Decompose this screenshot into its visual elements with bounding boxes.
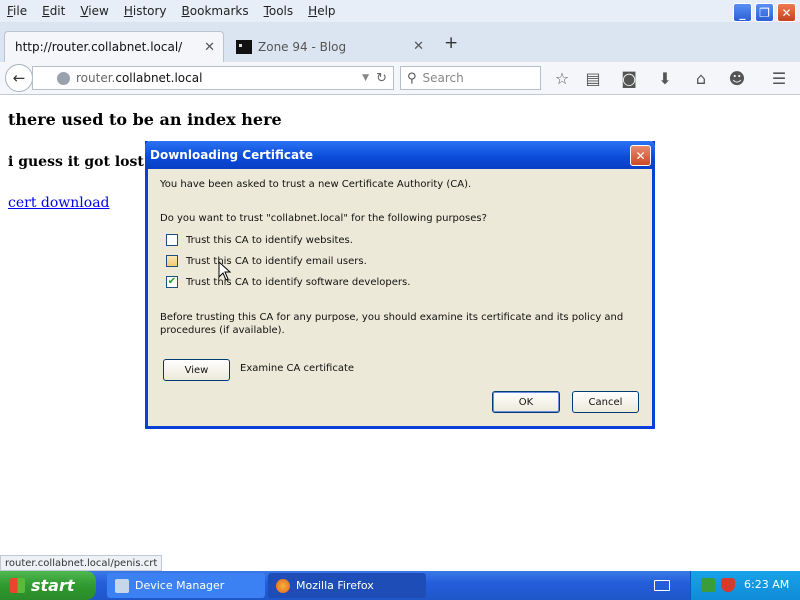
restore-icon: ❐ bbox=[759, 5, 770, 20]
search-placeholder: Search bbox=[422, 71, 464, 85]
trust-software-checkbox[interactable]: ✔ bbox=[166, 276, 178, 288]
trust-websites-option[interactable]: Trust this CA to identify websites. bbox=[166, 234, 353, 246]
bookmark-star-icon[interactable]: ☆ bbox=[551, 68, 573, 88]
windows-flag-icon bbox=[10, 578, 25, 593]
dropdown-icon[interactable]: ▼ bbox=[362, 73, 369, 83]
menu-help[interactable]: Help bbox=[308, 4, 335, 18]
certificate-dialog: Downloading Certificate ✕ You have been … bbox=[145, 141, 655, 429]
view-button[interactable]: View bbox=[163, 359, 230, 381]
menu-file[interactable]: File bbox=[7, 4, 27, 18]
menu-history[interactable]: History bbox=[124, 4, 167, 18]
minimize-button[interactable]: _ bbox=[733, 3, 752, 22]
search-input[interactable]: ⚲ Search bbox=[400, 66, 541, 90]
maximize-button[interactable]: ❐ bbox=[755, 3, 774, 22]
trust-websites-checkbox[interactable] bbox=[166, 234, 178, 246]
network-icon[interactable] bbox=[701, 578, 715, 592]
tab-label: Zone 94 - Blog bbox=[258, 39, 347, 54]
window-close-button[interactable]: ✕ bbox=[777, 3, 796, 22]
taskbar: start Device Manager Mozilla Firefox 6:2… bbox=[0, 571, 800, 600]
minimize-icon: _ bbox=[739, 5, 746, 20]
task-device-manager[interactable]: Device Manager bbox=[107, 573, 265, 598]
checkmark-icon: ✔ bbox=[167, 276, 177, 287]
cancel-button[interactable]: Cancel bbox=[572, 391, 639, 413]
trust-email-option[interactable]: Trust this CA to identify email users. bbox=[166, 255, 367, 267]
task-mozilla-firefox[interactable]: Mozilla Firefox bbox=[268, 573, 426, 598]
dialog-title: Downloading Certificate bbox=[150, 148, 313, 162]
start-button[interactable]: start bbox=[0, 571, 96, 600]
menu-edit[interactable]: Edit bbox=[42, 4, 65, 18]
menu-bookmarks[interactable]: Bookmarks bbox=[182, 4, 249, 18]
url-domain: collabnet.local bbox=[115, 71, 203, 85]
ok-button-label: OK bbox=[518, 396, 534, 408]
new-tab-plus-icon[interactable]: + bbox=[444, 33, 458, 53]
menu-view[interactable]: View bbox=[80, 4, 108, 18]
trust-websites-label: Trust this CA to identify websites. bbox=[186, 234, 353, 246]
back-icon: ← bbox=[12, 69, 26, 87]
url-prefix: router. bbox=[76, 71, 116, 85]
menu-icon[interactable]: ☰ bbox=[768, 68, 790, 88]
keyboard-icon[interactable] bbox=[654, 580, 670, 591]
pocket-icon[interactable]: ◙ bbox=[618, 68, 640, 88]
tab-close-icon[interactable]: ✕ bbox=[413, 39, 424, 54]
search-icon: ⚲ bbox=[407, 70, 417, 86]
cancel-button-label: Cancel bbox=[588, 396, 623, 408]
system-tray: 6:23 AM bbox=[690, 571, 800, 600]
mouse-cursor-icon bbox=[218, 261, 232, 281]
url-bar[interactable]: router. collabnet.local ▼ ↻ bbox=[32, 66, 394, 90]
close-icon: ✕ bbox=[635, 148, 646, 163]
reading-list-icon[interactable]: ▤ bbox=[582, 68, 604, 88]
ok-button[interactable]: OK bbox=[492, 391, 560, 413]
cert-download-link[interactable]: cert download bbox=[8, 195, 110, 211]
status-link-text: router.collabnet.local/penis.crt bbox=[5, 557, 158, 569]
close-icon: ✕ bbox=[781, 5, 792, 20]
dialog-question: Do you want to trust "collabnet.local" f… bbox=[160, 213, 487, 224]
trust-software-option[interactable]: ✔ Trust this CA to identify software dev… bbox=[166, 276, 410, 288]
view-caption: Examine CA certificate bbox=[240, 363, 355, 374]
start-label: start bbox=[31, 576, 75, 595]
trust-email-checkbox[interactable] bbox=[166, 255, 178, 267]
device-manager-icon bbox=[115, 578, 129, 593]
reload-icon[interactable]: ↻ bbox=[376, 71, 387, 86]
dialog-intro: You have been asked to trust a new Certi… bbox=[160, 179, 472, 190]
status-link-preview: router.collabnet.local/penis.crt bbox=[0, 555, 163, 571]
dialog-title-bar[interactable]: Downloading Certificate ✕ bbox=[145, 141, 655, 169]
menu-bar: File Edit View History Bookmarks Tools H… bbox=[0, 0, 800, 22]
task-label: Device Manager bbox=[135, 579, 225, 592]
hello-icon[interactable]: ☻ bbox=[726, 68, 748, 88]
globe-icon bbox=[57, 71, 70, 85]
tab-label: http://router.collabnet.local/ bbox=[15, 40, 183, 54]
terminal-favicon-icon bbox=[236, 39, 252, 54]
clock[interactable]: 6:23 AM bbox=[744, 578, 789, 591]
navigation-toolbar: ← router. collabnet.local ▼ ↻ ⚲ Search ☆ … bbox=[0, 62, 800, 95]
tab-router[interactable]: http://router.collabnet.local/ ✕ bbox=[4, 31, 224, 62]
dialog-close-button[interactable]: ✕ bbox=[630, 145, 651, 166]
tab-zone94-blog[interactable]: Zone 94 - Blog ✕ bbox=[226, 31, 432, 62]
menu-tools[interactable]: Tools bbox=[264, 4, 294, 18]
download-icon[interactable]: ⬇ bbox=[654, 68, 676, 88]
trust-email-label: Trust this CA to identify email users. bbox=[186, 255, 367, 267]
page-heading: there used to be an index here bbox=[8, 110, 282, 129]
back-button[interactable]: ← bbox=[5, 64, 33, 92]
dialog-advice: Before trusting this CA for any purpose,… bbox=[160, 312, 624, 336]
tab-close-icon[interactable]: ✕ bbox=[204, 40, 215, 55]
tab-strip: http://router.collabnet.local/ ✕ Zone 94… bbox=[0, 22, 800, 62]
view-button-label: View bbox=[184, 364, 209, 376]
task-label: Mozilla Firefox bbox=[296, 579, 374, 592]
home-icon[interactable]: ⌂ bbox=[690, 68, 712, 88]
security-shield-icon[interactable] bbox=[721, 578, 735, 592]
firefox-icon bbox=[276, 578, 290, 593]
